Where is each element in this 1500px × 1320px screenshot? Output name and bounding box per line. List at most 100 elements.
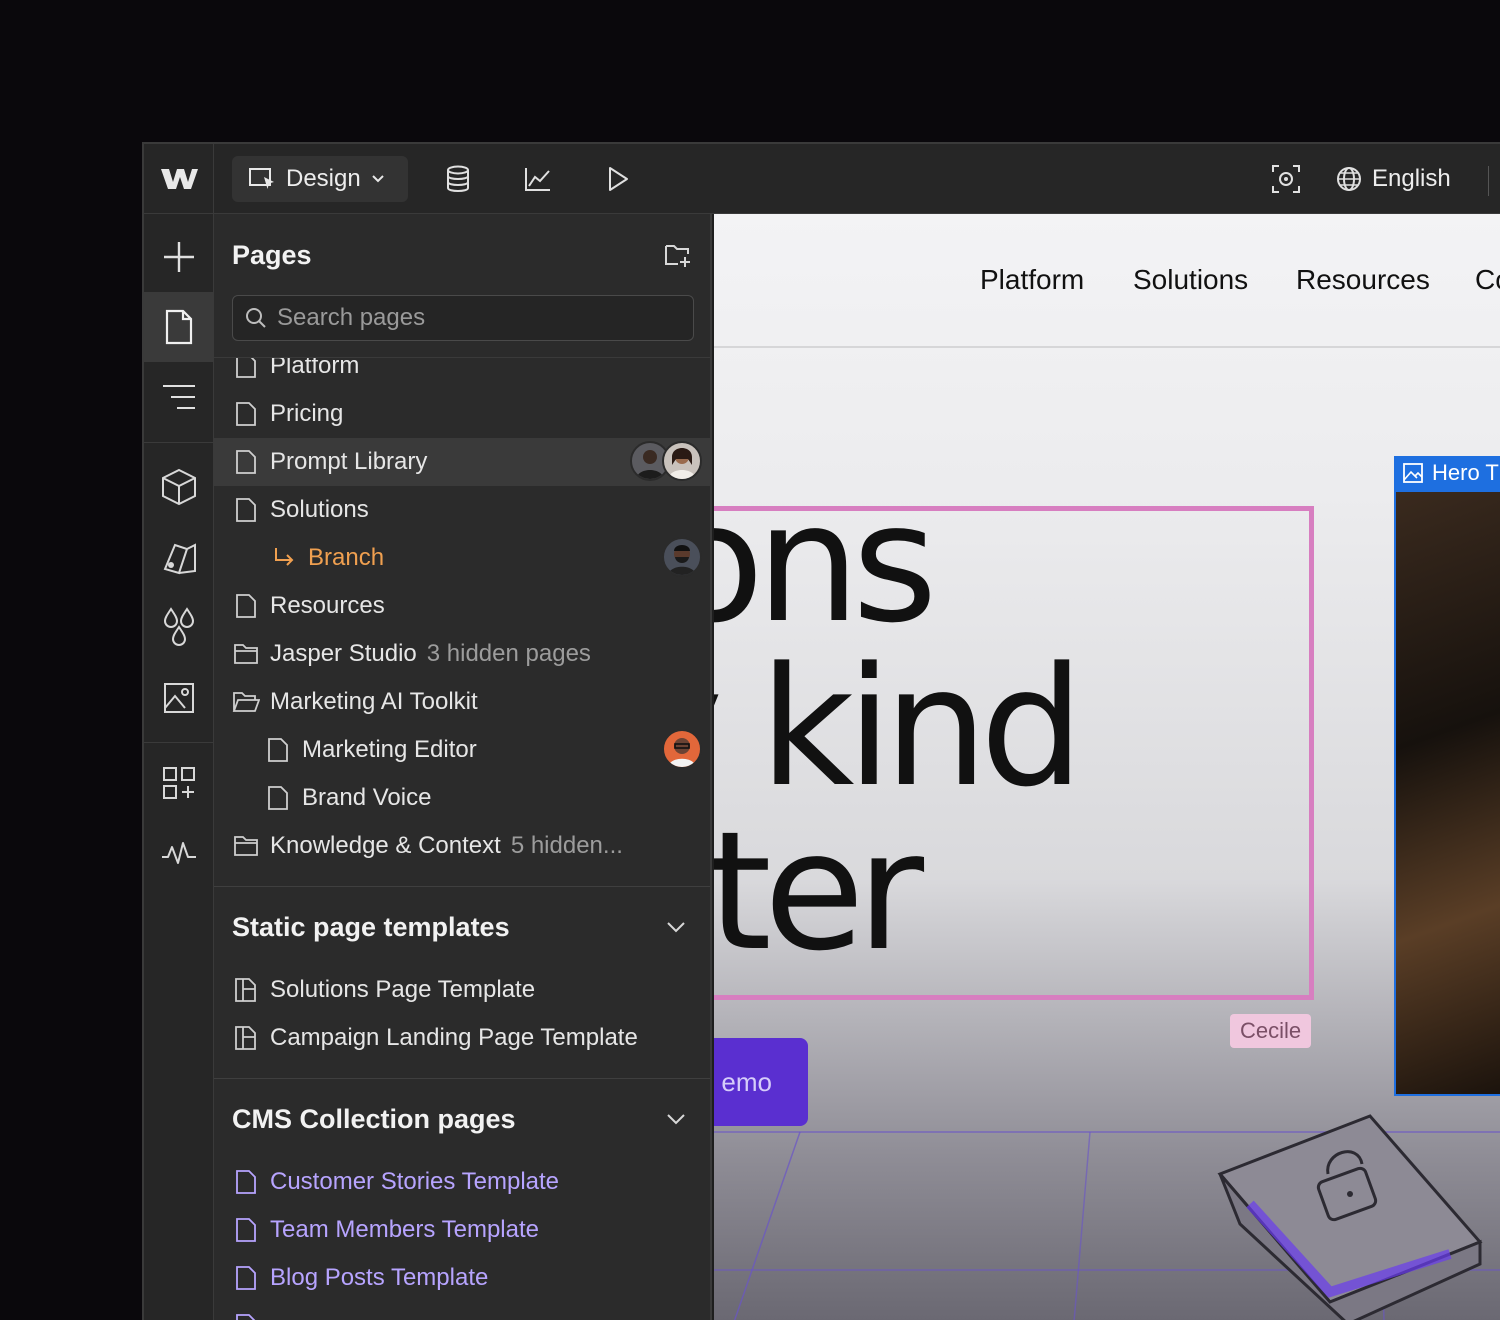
page-item-marketing-editor[interactable]: Marketing Editor <box>214 726 710 774</box>
top-bar: Design English <box>144 144 1500 214</box>
navigator-icon <box>163 385 195 409</box>
add-icon <box>164 242 194 272</box>
chart-icon <box>525 168 550 191</box>
play-icon <box>609 167 628 191</box>
element-label: Hero T <box>1394 456 1500 490</box>
designer-window: Design English Pages Search pages Platfo… <box>142 142 1500 1320</box>
page-icon <box>232 358 260 380</box>
template-icon <box>232 1024 260 1052</box>
cms-item-partial[interactable] <box>232 1302 270 1320</box>
page-label: Prompt Library <box>270 448 428 475</box>
page-item-platform[interactable]: Platform <box>214 358 710 390</box>
image-icon <box>1403 463 1423 483</box>
toolbar-divider <box>1488 166 1489 196</box>
components-button[interactable] <box>144 452 214 522</box>
page-label: Brand Voice <box>302 784 432 811</box>
hero-image[interactable] <box>1394 490 1500 1096</box>
audit-button[interactable] <box>144 818 214 888</box>
pages-icon <box>165 309 193 345</box>
cms-item-customer-stories[interactable]: Customer Stories Template <box>232 1158 559 1206</box>
add-elements-button[interactable] <box>144 222 214 292</box>
design-canvas[interactable]: Platform Solutions Resources Co utions e… <box>714 214 1500 1320</box>
page-icon <box>232 592 260 620</box>
chevron-down-icon <box>372 175 384 183</box>
cms-item-blog-posts[interactable]: Blog Posts Template <box>232 1254 488 1302</box>
branch-label: Branch <box>308 544 385 571</box>
add-folder-button[interactable] <box>664 242 692 273</box>
mode-label: Design <box>286 165 361 192</box>
nav-link-solutions[interactable]: Solutions <box>1133 264 1248 296</box>
demo-button-label: emo <box>721 1066 772 1097</box>
template-item-campaign-landing-page[interactable]: Campaign Landing Page Template <box>232 1014 638 1062</box>
collaborator-avatars <box>630 441 702 481</box>
preview-button[interactable] <box>600 161 636 197</box>
cms-page-icon <box>232 1216 260 1244</box>
webflow-logo-icon <box>160 169 198 189</box>
folder-label: Knowledge & Context <box>270 832 501 859</box>
variables-button[interactable] <box>144 592 214 662</box>
section-divider <box>214 1078 710 1079</box>
chevron-down-icon <box>667 922 685 933</box>
search-pages-field[interactable] <box>232 295 694 341</box>
lock-box-illustration <box>1217 1114 1483 1320</box>
nav-link-company[interactable]: Co <box>1475 264 1500 296</box>
collaborator-avatars <box>662 729 702 769</box>
apps-button[interactable] <box>144 748 214 818</box>
page-item-prompt-library[interactable]: Prompt Library <box>214 438 710 486</box>
chevron-down-icon <box>667 1114 685 1125</box>
template-item-solutions-page[interactable]: Solutions Page Template <box>232 966 535 1014</box>
page-item-branch[interactable]: Branch <box>214 534 710 582</box>
avatar <box>662 537 702 577</box>
folder-item-jasper-studio[interactable]: Jasper Studio 3 hidden pages <box>214 630 710 678</box>
hidden-pages-count: 3 hidden pages <box>426 640 591 667</box>
cms-button[interactable] <box>440 161 476 197</box>
page-item-pricing[interactable]: Pricing <box>214 390 710 438</box>
variables-icon <box>163 607 195 646</box>
globe-icon <box>1337 167 1361 191</box>
cms-page-label: Blog Posts Template <box>270 1264 489 1291</box>
folder-item-knowledge-context[interactable]: Knowledge & Context 5 hidden... <box>214 822 710 870</box>
cms-pages-title: CMS Collection pages <box>232 1104 516 1134</box>
collaborator-cursor-label: Cecile <box>1230 1014 1312 1048</box>
page-icon <box>232 448 260 476</box>
page-label: Marketing Editor <box>302 736 477 763</box>
cms-page-label: Customer Stories Template <box>270 1168 560 1195</box>
static-templates-toggle[interactable] <box>666 920 686 939</box>
cms-pages-toggle[interactable] <box>666 1112 686 1131</box>
template-label: Campaign Landing Page Template <box>270 1024 638 1051</box>
analytics-button[interactable] <box>520 161 556 197</box>
webflow-logo[interactable] <box>144 144 214 214</box>
page-item-brand-voice[interactable]: Brand Voice <box>214 774 710 822</box>
page-item-solutions[interactable]: Solutions <box>214 486 710 534</box>
folder-item-marketing-ai-toolkit[interactable]: Marketing AI Toolkit <box>214 678 710 726</box>
cms-item-team-members[interactable]: Team Members Template <box>232 1206 539 1254</box>
nav-link-platform[interactable]: Platform <box>980 264 1084 296</box>
pages-button[interactable] <box>144 292 214 362</box>
cms-page-icon <box>232 1312 260 1320</box>
navigator-button[interactable] <box>144 362 214 432</box>
mode-switcher-button[interactable]: Design <box>232 156 408 202</box>
page-icon <box>264 784 292 812</box>
pages-panel: Pages Platform Pricing <box>214 214 712 1320</box>
apps-icon <box>163 767 195 799</box>
page-label: Resources <box>270 592 385 619</box>
page-item-resources[interactable]: Resources <box>214 582 710 630</box>
hidden-pages-count: 5 hidden... <box>510 832 623 859</box>
language-switcher[interactable]: English <box>1336 158 1451 200</box>
folder-icon <box>232 832 260 860</box>
element-label-text: Hero T <box>1432 460 1499 485</box>
focus-button[interactable] <box>1268 161 1304 197</box>
style-selectors-button[interactable] <box>144 522 214 592</box>
folder-label: Jasper Studio <box>270 640 417 667</box>
page-icon <box>232 496 260 524</box>
search-pages-input[interactable] <box>277 304 677 332</box>
folder-icon <box>232 640 260 668</box>
nav-link-resources[interactable]: Resources <box>1296 264 1430 296</box>
design-mode-icon <box>249 168 274 189</box>
selection-outline <box>714 506 1314 1000</box>
pages-tree: Platform Pricing Prompt Library Solution… <box>214 358 710 884</box>
cms-page-icon <box>232 1168 260 1196</box>
page-label: Platform <box>270 358 360 379</box>
focus-icon <box>1272 165 1300 193</box>
assets-button[interactable] <box>144 662 214 732</box>
